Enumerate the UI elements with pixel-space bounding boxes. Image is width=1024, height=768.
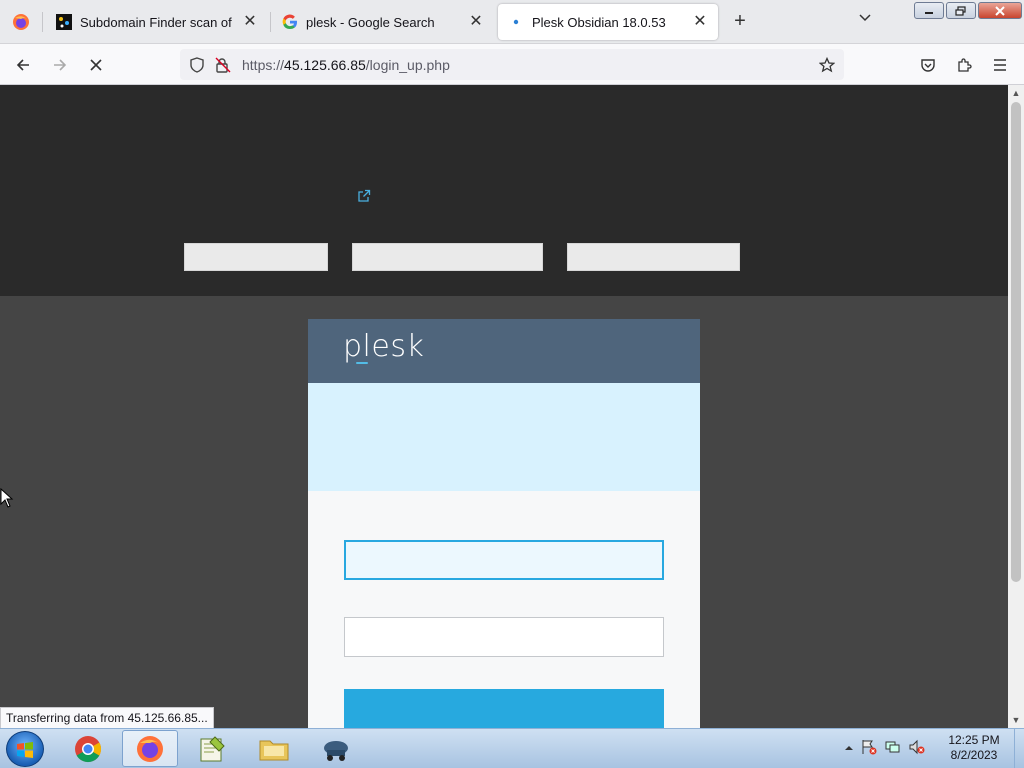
page-viewport: plesk: [0, 85, 1008, 728]
start-button[interactable]: [6, 731, 44, 767]
tab-subdomain-finder[interactable]: Subdomain Finder scan of pack ✕: [46, 4, 268, 40]
tab-google-search[interactable]: plesk - Google Search ✕: [272, 4, 494, 40]
tab-separator: [42, 12, 43, 32]
new-tab-button[interactable]: +: [728, 10, 752, 34]
forward-arrow-icon[interactable]: [47, 52, 73, 78]
url-text: https://45.125.66.85/login_up.php: [242, 56, 450, 73]
top-banner-area: [0, 85, 1008, 296]
subdomain-finder-icon: [56, 14, 72, 30]
chrome-icon[interactable]: [60, 730, 116, 767]
tracking-protection-shield-icon[interactable]: [184, 52, 210, 78]
firefox-menu-icon[interactable]: [4, 6, 38, 38]
system-clock[interactable]: 12:25 PM 8/2/2023: [935, 733, 1013, 763]
top-placeholder-button-1[interactable]: [184, 243, 328, 271]
list-all-tabs-icon[interactable]: [853, 10, 877, 34]
top-placeholder-button-3[interactable]: [567, 243, 740, 271]
insecure-lock-icon[interactable]: [210, 52, 236, 78]
restore-icon[interactable]: [946, 2, 976, 19]
mouse-cursor-icon: [0, 487, 14, 508]
extensions-puzzle-icon[interactable]: [951, 52, 977, 78]
network-status-icon[interactable]: [884, 739, 902, 758]
hamburger-menu-icon[interactable]: [987, 52, 1013, 78]
system-tray: [844, 739, 926, 758]
top-placeholder-button-2[interactable]: [352, 243, 543, 271]
scroll-down-arrow-icon[interactable]: ▼: [1008, 712, 1024, 728]
stop-loading-icon[interactable]: [83, 52, 109, 78]
windows-logo-icon: [17, 742, 33, 758]
firefox-icon[interactable]: [122, 730, 178, 767]
status-panel: Transferring data from 45.125.66.85...: [0, 707, 214, 729]
close-window-icon[interactable]: [978, 2, 1022, 19]
tab-bar: Subdomain Finder scan of pack ✕ plesk - …: [0, 0, 1024, 44]
password-field[interactable]: [344, 617, 664, 657]
login-banner: [308, 383, 700, 491]
login-card: plesk: [308, 319, 700, 728]
volume-muted-icon[interactable]: [908, 739, 926, 758]
clock-time: 12:25 PM: [948, 733, 1000, 747]
show-desktop-button[interactable]: [1014, 729, 1024, 768]
network-app-icon[interactable]: [308, 730, 364, 767]
tab-title: Subdomain Finder scan of pack: [80, 14, 236, 30]
windows-taskbar: 12:25 PM 8/2/2023: [0, 728, 1024, 768]
plesk-logo: plesk: [343, 329, 425, 364]
logo-accent: [356, 362, 368, 364]
loading-dot-icon: [508, 14, 524, 30]
pocket-icon[interactable]: [915, 52, 941, 78]
window-controls: [914, 2, 1022, 19]
show-hidden-icons-icon[interactable]: [844, 742, 854, 756]
tab-title: plesk - Google Search: [306, 14, 435, 30]
tab-plesk-obsidian[interactable]: Plesk Obsidian 18.0.53 ✕: [498, 4, 718, 40]
google-icon: [282, 14, 298, 30]
action-center-flag-icon[interactable]: [860, 739, 878, 758]
address-bar[interactable]: https://45.125.66.85/login_up.php: [180, 49, 844, 80]
file-explorer-icon[interactable]: [246, 730, 302, 767]
bookmark-star-icon[interactable]: [814, 52, 840, 78]
back-arrow-icon[interactable]: [10, 52, 36, 78]
close-tab-icon[interactable]: ✕: [468, 14, 484, 30]
login-button[interactable]: [344, 689, 664, 728]
clock-date: 8/2/2023: [950, 748, 998, 762]
close-tab-icon[interactable]: ✕: [692, 14, 708, 30]
scrollbar-thumb[interactable]: [1011, 102, 1021, 582]
login-card-header: plesk: [308, 319, 700, 383]
minimize-icon[interactable]: [914, 2, 944, 19]
notepad-plus-plus-icon[interactable]: [184, 730, 240, 767]
close-tab-icon[interactable]: ✕: [242, 14, 258, 30]
username-field[interactable]: [344, 540, 664, 580]
page-scrollbar[interactable]: ▲ ▼: [1008, 85, 1024, 728]
navigation-toolbar: https://45.125.66.85/login_up.php: [0, 44, 1024, 85]
scroll-up-arrow-icon[interactable]: ▲: [1008, 85, 1024, 101]
external-link-icon[interactable]: [357, 189, 371, 203]
tab-separator: [270, 12, 271, 32]
tab-title: Plesk Obsidian 18.0.53: [532, 14, 666, 30]
